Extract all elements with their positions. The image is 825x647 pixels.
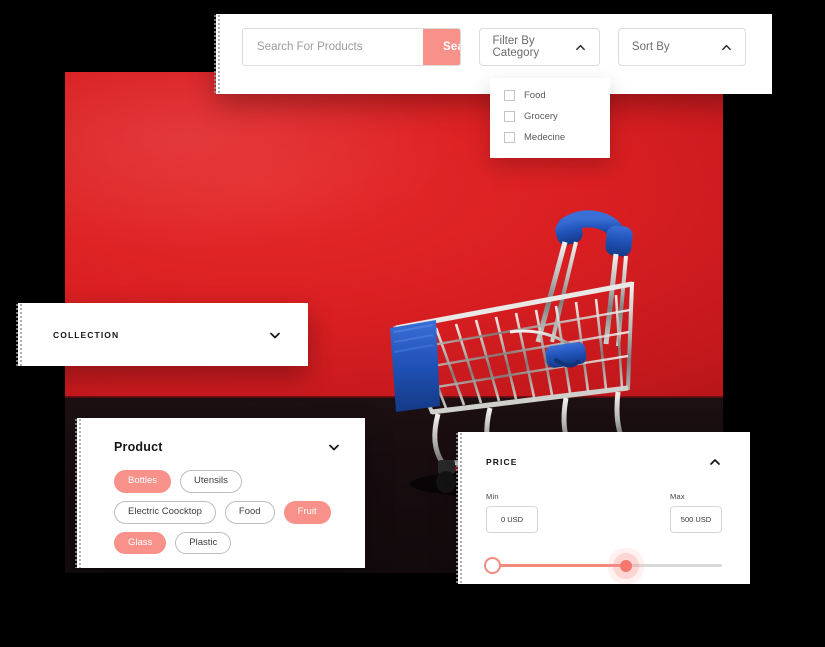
product-tag[interactable]: Food (224, 500, 275, 524)
category-option-label: Grocery (524, 111, 558, 122)
product-tag[interactable]: Glass (114, 531, 167, 555)
price-filter-panel: PRICE Min 0 USD Max 500 USD (455, 432, 750, 584)
search-input[interactable] (243, 29, 423, 65)
chevron-down-icon[interactable] (327, 440, 341, 454)
price-title: PRICE (486, 457, 518, 467)
product-tag[interactable]: Utensils (180, 470, 242, 493)
category-option-label: Food (524, 90, 546, 101)
product-tag[interactable]: Electric Coocktop (114, 500, 216, 524)
product-tag[interactable]: Plastic (175, 531, 232, 555)
slider-max-handle[interactable] (620, 559, 633, 572)
price-range-inputs: Min 0 USD Max 500 USD (486, 492, 722, 533)
price-min-group: Min 0 USD (486, 492, 538, 533)
price-min-label: Min (486, 492, 499, 501)
category-option-grocery[interactable]: Grocery (490, 106, 610, 127)
product-tag[interactable]: Fruit (283, 500, 331, 524)
chevron-up-icon[interactable] (708, 455, 722, 469)
chevron-down-icon[interactable] (268, 328, 282, 342)
sort-by-label: Sort By (631, 41, 670, 53)
category-option-medecine[interactable]: Medecine (490, 127, 610, 148)
price-accordion-header[interactable]: PRICE (486, 455, 722, 469)
collection-title: COLLECTION (53, 329, 120, 340)
product-accordion-header[interactable]: Product (114, 440, 341, 454)
price-max-input[interactable]: 500 USD (670, 506, 722, 533)
panel-edge-decoration (213, 14, 220, 94)
price-range-slider[interactable] (483, 555, 722, 577)
sort-by-select[interactable]: Sort By (617, 28, 747, 66)
search-field-group: Search (242, 28, 461, 66)
filter-by-category-select[interactable]: Filter By Category (478, 28, 600, 66)
price-max-group: Max 500 USD (670, 492, 722, 533)
product-tag[interactable]: Bottles (114, 470, 172, 493)
filter-by-category-label: Filter By Category (492, 35, 540, 59)
product-tag-list: Bottles Utensils Electric Coocktop Food … (114, 470, 341, 555)
panel-edge-decoration (455, 432, 462, 584)
chevron-up-icon (575, 42, 586, 53)
price-max-label: Max (670, 492, 685, 501)
panel-edge-decoration (74, 418, 81, 568)
checkbox-icon[interactable] (504, 111, 515, 122)
search-button[interactable]: Search (423, 29, 460, 65)
panel-edge-decoration (15, 303, 22, 366)
price-min-input[interactable]: 0 USD (486, 506, 538, 533)
checkbox-icon[interactable] (504, 132, 515, 143)
product-title: Product (114, 440, 163, 454)
slider-min-handle[interactable] (483, 557, 501, 574)
checkbox-icon[interactable] (504, 90, 515, 101)
category-option-food[interactable]: Food (490, 85, 610, 106)
collection-accordion-panel[interactable]: COLLECTION (15, 303, 308, 366)
category-dropdown-menu: Food Grocery Medecine (490, 78, 610, 158)
chevron-up-icon (721, 42, 732, 53)
product-filter-panel: Product Bottles Utensils Electric Coockt… (74, 418, 365, 568)
screenshot-canvas: Search Filter By Category Sort By Food (0, 0, 825, 647)
slider-selected-range (492, 564, 627, 567)
category-option-label: Medecine (524, 132, 566, 143)
